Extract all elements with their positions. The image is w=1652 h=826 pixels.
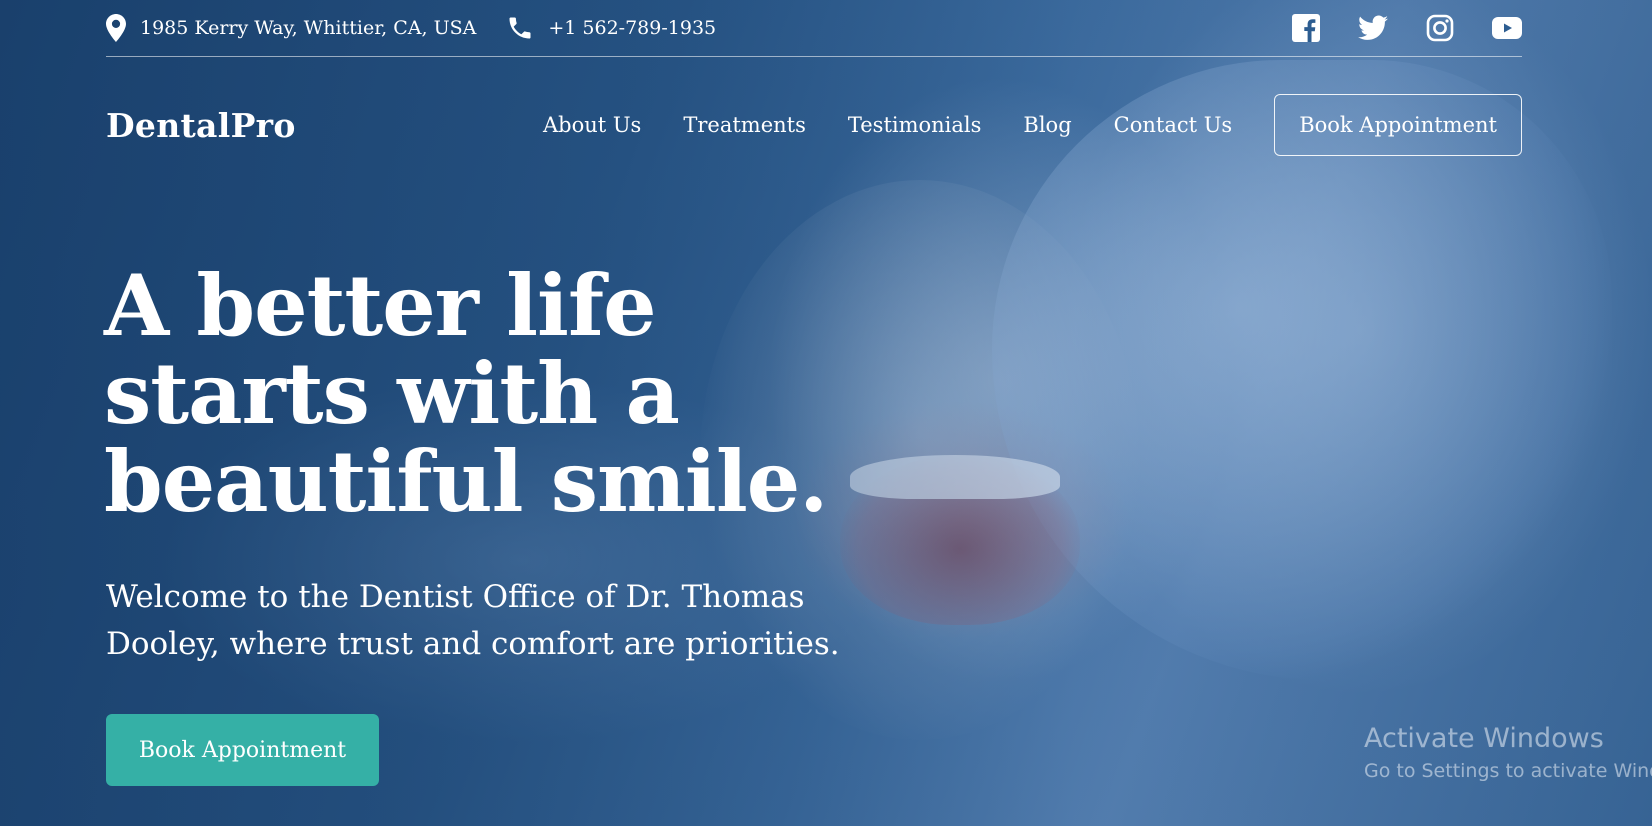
hero-headline-line: beautiful smile.	[104, 432, 828, 531]
address-item: 1985 Kerry Way, Whittier, CA, USA	[106, 14, 476, 42]
instagram-icon[interactable]	[1426, 14, 1454, 42]
hero-headline-line: starts with a	[104, 344, 680, 443]
main-nav: DentalPro About Us Treatments Testimonia…	[106, 94, 1522, 156]
site-logo[interactable]: DentalPro	[106, 106, 296, 145]
phone-text: +1 562-789-1935	[548, 17, 717, 39]
top-bar: 1985 Kerry Way, Whittier, CA, USA +1 562…	[106, 0, 1522, 57]
social-links	[1292, 14, 1522, 42]
phone-item[interactable]: +1 562-789-1935	[506, 14, 716, 42]
hero-section: 1985 Kerry Way, Whittier, CA, USA +1 562…	[0, 0, 1652, 826]
hero-headline-line: A better life	[104, 256, 657, 355]
watermark-subtitle: Go to Settings to activate Windows.	[1364, 760, 1652, 782]
facebook-icon[interactable]	[1292, 14, 1320, 42]
watermark-title: Activate Windows	[1364, 723, 1604, 754]
hero-subtitle-line: Welcome to the Dentist Office of Dr. Tho…	[106, 579, 805, 615]
nav-item-about-us[interactable]: About Us	[543, 113, 641, 137]
nav-item-treatments[interactable]: Treatments	[683, 113, 806, 137]
address-text: 1985 Kerry Way, Whittier, CA, USA	[140, 17, 477, 39]
contact-info: 1985 Kerry Way, Whittier, CA, USA +1 562…	[106, 14, 716, 42]
hero-headline: A better life starts with a beautiful sm…	[104, 262, 1004, 526]
book-appointment-nav-button[interactable]: Book Appointment	[1274, 94, 1522, 156]
hero-subtitle-line: Dooley, where trust and comfort are prio…	[106, 626, 840, 662]
nav-item-contact-us[interactable]: Contact Us	[1114, 113, 1233, 137]
activate-windows-watermark: Activate Windows Go to Settings to activ…	[1364, 722, 1652, 786]
nav-item-testimonials[interactable]: Testimonials	[848, 113, 982, 137]
nav-item-blog[interactable]: Blog	[1023, 113, 1071, 137]
nav-menu: About Us Treatments Testimonials Blog Co…	[543, 94, 1522, 156]
youtube-icon[interactable]	[1492, 17, 1522, 39]
book-appointment-hero-button[interactable]: Book Appointment	[106, 714, 379, 786]
phone-icon	[506, 14, 534, 42]
map-pin-icon	[106, 14, 126, 42]
hero-subtitle: Welcome to the Dentist Office of Dr. Tho…	[106, 574, 866, 668]
twitter-icon[interactable]	[1358, 15, 1388, 41]
